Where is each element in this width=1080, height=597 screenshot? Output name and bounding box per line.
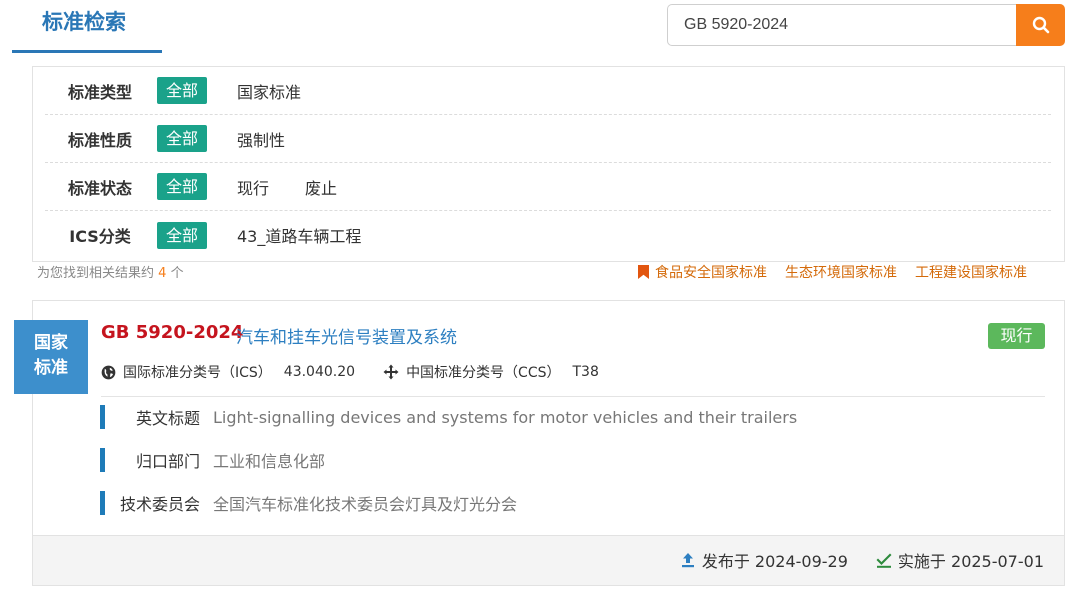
filter-all-button[interactable]: 全部 xyxy=(157,77,207,104)
filter-option[interactable]: 强制性 xyxy=(237,127,285,151)
filter-all-button[interactable]: 全部 xyxy=(157,173,207,200)
filter-all-button[interactable]: 全部 xyxy=(157,125,207,152)
ccs-value: T38 xyxy=(572,364,599,380)
quick-link[interactable]: 生态环境国家标准 xyxy=(785,262,897,282)
globe-icon xyxy=(101,365,116,379)
info-key: 技术委员会 xyxy=(119,495,200,514)
quick-link[interactable]: 食品安全国家标准 xyxy=(655,262,767,282)
filter-row-ics: ICS分类 全部 43_道路车辆工程 xyxy=(45,211,1051,259)
filter-option[interactable]: 43_道路车辆工程 xyxy=(237,223,361,247)
type-badge-line: 国家 xyxy=(34,333,68,353)
filter-panel: 标准类型 全部 国家标准 标准性质 全部 强制性 标准状态 全部 现行 废止 I… xyxy=(32,66,1065,262)
card-dates: 发布于 2024-09-29 实施于 2025-07-01 xyxy=(680,548,1044,572)
move-icon xyxy=(383,364,399,380)
ics-value: 43.040.20 xyxy=(283,364,356,380)
filter-row-nature: 标准性质 全部 强制性 xyxy=(45,115,1051,163)
filter-row-type: 标准类型 全部 国家标准 xyxy=(45,67,1051,115)
standard-title[interactable]: 汽车和挂车光信号装置及系统 xyxy=(236,323,457,348)
card-divider xyxy=(101,396,1045,397)
info-key: 归口部门 xyxy=(135,452,200,471)
implemented-date-text: 实施于 2025-07-01 xyxy=(897,552,1044,571)
result-count-number: 4 xyxy=(158,266,167,281)
classification-row: 国际标准分类号（ICS） 43.040.20 中国标准分类号（CCS） T38 xyxy=(101,362,599,382)
quick-link[interactable]: 工程建设国家标准 xyxy=(915,262,1027,282)
info-value: Light-signalling devices and systems for… xyxy=(213,407,798,427)
filter-label: 标准性质 xyxy=(67,130,132,150)
info-value: 工业和信息化部 xyxy=(213,452,326,471)
result-count: 为您找到相关结果约 4 个 xyxy=(37,262,184,281)
filter-option[interactable]: 国家标准 xyxy=(237,79,301,103)
title-underline xyxy=(12,50,162,53)
filter-row-status: 标准状态 全部 现行 废止 xyxy=(45,163,1051,211)
filter-all-button[interactable]: 全部 xyxy=(157,221,207,249)
info-row-committee: 技术委员会 全国汽车标准化技术委员会灯具及灯光分会 xyxy=(100,491,517,515)
search-icon xyxy=(1032,16,1049,34)
upload-icon xyxy=(681,553,694,568)
search-input[interactable] xyxy=(667,4,1017,46)
quick-links: 食品安全国家标准 生态环境国家标准 工程建设国家标准 xyxy=(638,262,1027,282)
ccs-label: 中国标准分类号（CCS） xyxy=(406,365,561,381)
filter-label: ICS分类 xyxy=(69,227,131,246)
type-badge-line: 标准 xyxy=(34,358,68,378)
filter-label: 标准状态 xyxy=(67,178,132,198)
status-badge: 现行 xyxy=(988,323,1045,349)
search-box xyxy=(667,4,1065,46)
info-key: 英文标题 xyxy=(135,409,200,428)
check-icon xyxy=(876,553,892,568)
ics-label: 国际标准分类号（ICS） xyxy=(123,365,272,381)
page-title[interactable]: 标准检索 xyxy=(42,6,126,36)
standard-type-badge: 国家 标准 xyxy=(14,320,88,394)
published-date-text: 发布于 2024-09-29 xyxy=(701,552,848,571)
implemented-date: 实施于 2025-07-01 xyxy=(876,548,1044,572)
filter-label: 标准类型 xyxy=(67,82,132,102)
bookmark-icon xyxy=(638,265,649,279)
result-count-prefix: 为您找到相关结果约 xyxy=(37,266,155,281)
result-count-suffix: 个 xyxy=(170,266,184,281)
filter-option[interactable]: 现行 xyxy=(237,175,269,199)
info-row-english-title: 英文标题 Light-signalling devices and system… xyxy=(100,405,797,429)
standard-code[interactable]: GB 5920-2024 xyxy=(101,322,243,343)
search-button[interactable] xyxy=(1016,4,1065,46)
info-row-department: 归口部门 工业和信息化部 xyxy=(100,448,325,472)
info-value: 全国汽车标准化技术委员会灯具及灯光分会 xyxy=(213,495,518,514)
filter-option[interactable]: 废止 xyxy=(305,175,337,199)
published-date: 发布于 2024-09-29 xyxy=(680,548,848,572)
